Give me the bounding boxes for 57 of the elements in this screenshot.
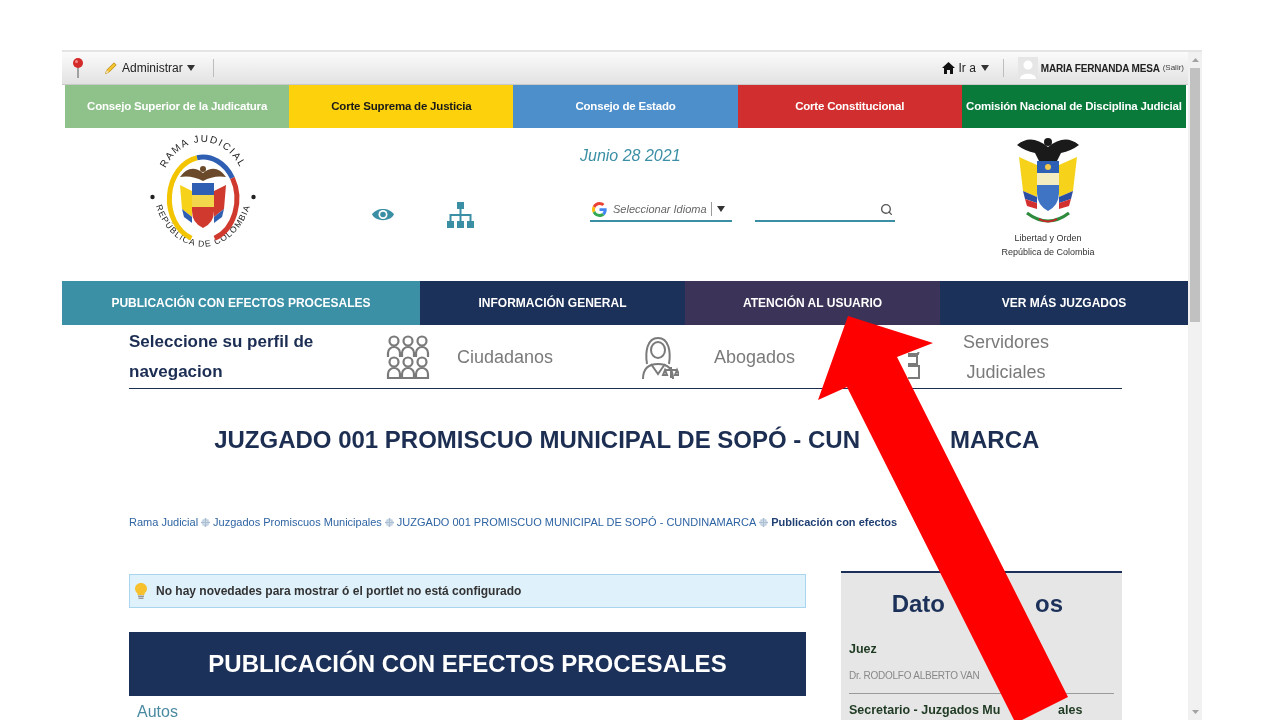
nav-tab[interactable]: INFORMACIÓN GENERAL: [420, 281, 685, 325]
home-icon: [941, 62, 955, 74]
goto-menu[interactable]: Ir a: [941, 60, 989, 76]
person-name: Dr. RODOLFO ALBERTO VAN: [849, 669, 980, 683]
nav-tab[interactable]: PUBLICACIÓN CON EFECTOS PROCESALES: [62, 281, 420, 325]
profile-link[interactable]: Ciudadanos: [457, 341, 554, 372]
breadcrumb-link[interactable]: Rama Judicial: [129, 514, 199, 530]
nav-tab[interactable]: VER MÁS JUZGADOS: [940, 281, 1188, 325]
category-link[interactable]: Autos: [137, 703, 178, 720]
logout-link[interactable]: (Salir): [1162, 62, 1184, 74]
crest-caption: Libertad y Orden República de Colombia: [1001, 232, 1095, 259]
breadcrumb-link[interactable]: Juzgados Promiscuos Municipales: [213, 514, 382, 530]
podium-icon[interactable]: [908, 351, 923, 380]
breadcrumb-link[interactable]: Publicación con efectos: [771, 514, 898, 530]
nav-tab[interactable]: ATENCIÓN AL USUARIO: [685, 281, 940, 325]
panel-heading-part: os: [1035, 589, 1063, 619]
dot-icon: [251, 194, 256, 200]
section-heading: PUBLICACIÓN CON EFECTOS PROCESALES: [129, 632, 806, 696]
page-title-part: JUZGADO 001 PROMISCUO MUNICIPAL DE SOPÓ - CUN: [214, 426, 860, 453]
scrollbar[interactable]: [1188, 52, 1202, 720]
eye-icon[interactable]: [372, 207, 394, 222]
breadcrumb-separator-icon: [201, 517, 211, 527]
avatar-icon: [1017, 57, 1038, 79]
page-title-part: MARCA: [950, 425, 1040, 455]
panel-heading-part: Dato: [891, 590, 945, 617]
dot-icon: [150, 194, 155, 200]
lightbulb-icon: [135, 583, 147, 599]
breadcrumb-separator-icon: [384, 517, 394, 527]
profile-prompt: Seleccione su perfil de navegacion: [129, 330, 315, 383]
breadcrumb-link[interactable]: JUZGADO 001 PROMISCUO MUNICIPAL DE SOPÓ - CUNDINAMARCA: [396, 514, 757, 530]
scrollbar-thumb[interactable]: [1190, 68, 1200, 322]
sitemap-icon[interactable]: [447, 202, 474, 228]
caret-down-icon: [716, 206, 725, 212]
notice-text: No hay novedades para mostrar ó el portlet no está configurado: [156, 583, 522, 600]
g-logo-icon: [592, 201, 607, 217]
profile-link[interactable]: Abogados: [714, 341, 796, 372]
people-group-icon[interactable]: [386, 334, 430, 379]
admin-menu[interactable]: Administrar: [104, 60, 195, 76]
institution-link[interactable]: Consejo de Estado: [513, 85, 738, 128]
institution-link[interactable]: Comisión Nacional de Disciplina Judicial: [961, 85, 1186, 128]
language-select[interactable]: Seleccionar Idioma: [590, 198, 732, 222]
role-label: ales: [1058, 702, 1083, 718]
pencil-icon: [104, 61, 118, 75]
role-label: Juez: [849, 642, 877, 656]
institution-link[interactable]: Corte Suprema de Justicia: [289, 85, 514, 128]
institution-link[interactable]: Corte Constitucional: [737, 85, 962, 128]
user-name: MARIA FERNANDA MESA: [1040, 61, 1160, 76]
caret-down-icon: [186, 65, 195, 71]
date-text: Junio 28 2021: [580, 146, 681, 166]
scroll-down-icon[interactable]: [1191, 710, 1199, 714]
search-icon[interactable]: [880, 202, 893, 216]
caret-down-icon: [980, 65, 989, 71]
role-label: Secretario - Juzgados Mu: [849, 703, 1001, 717]
scroll-up-icon[interactable]: [1191, 58, 1199, 62]
pushpin-icon[interactable]: [72, 57, 84, 79]
profile-link[interactable]: Servidores Judiciales: [958, 326, 1054, 387]
breadcrumb-separator-icon: [759, 517, 769, 527]
